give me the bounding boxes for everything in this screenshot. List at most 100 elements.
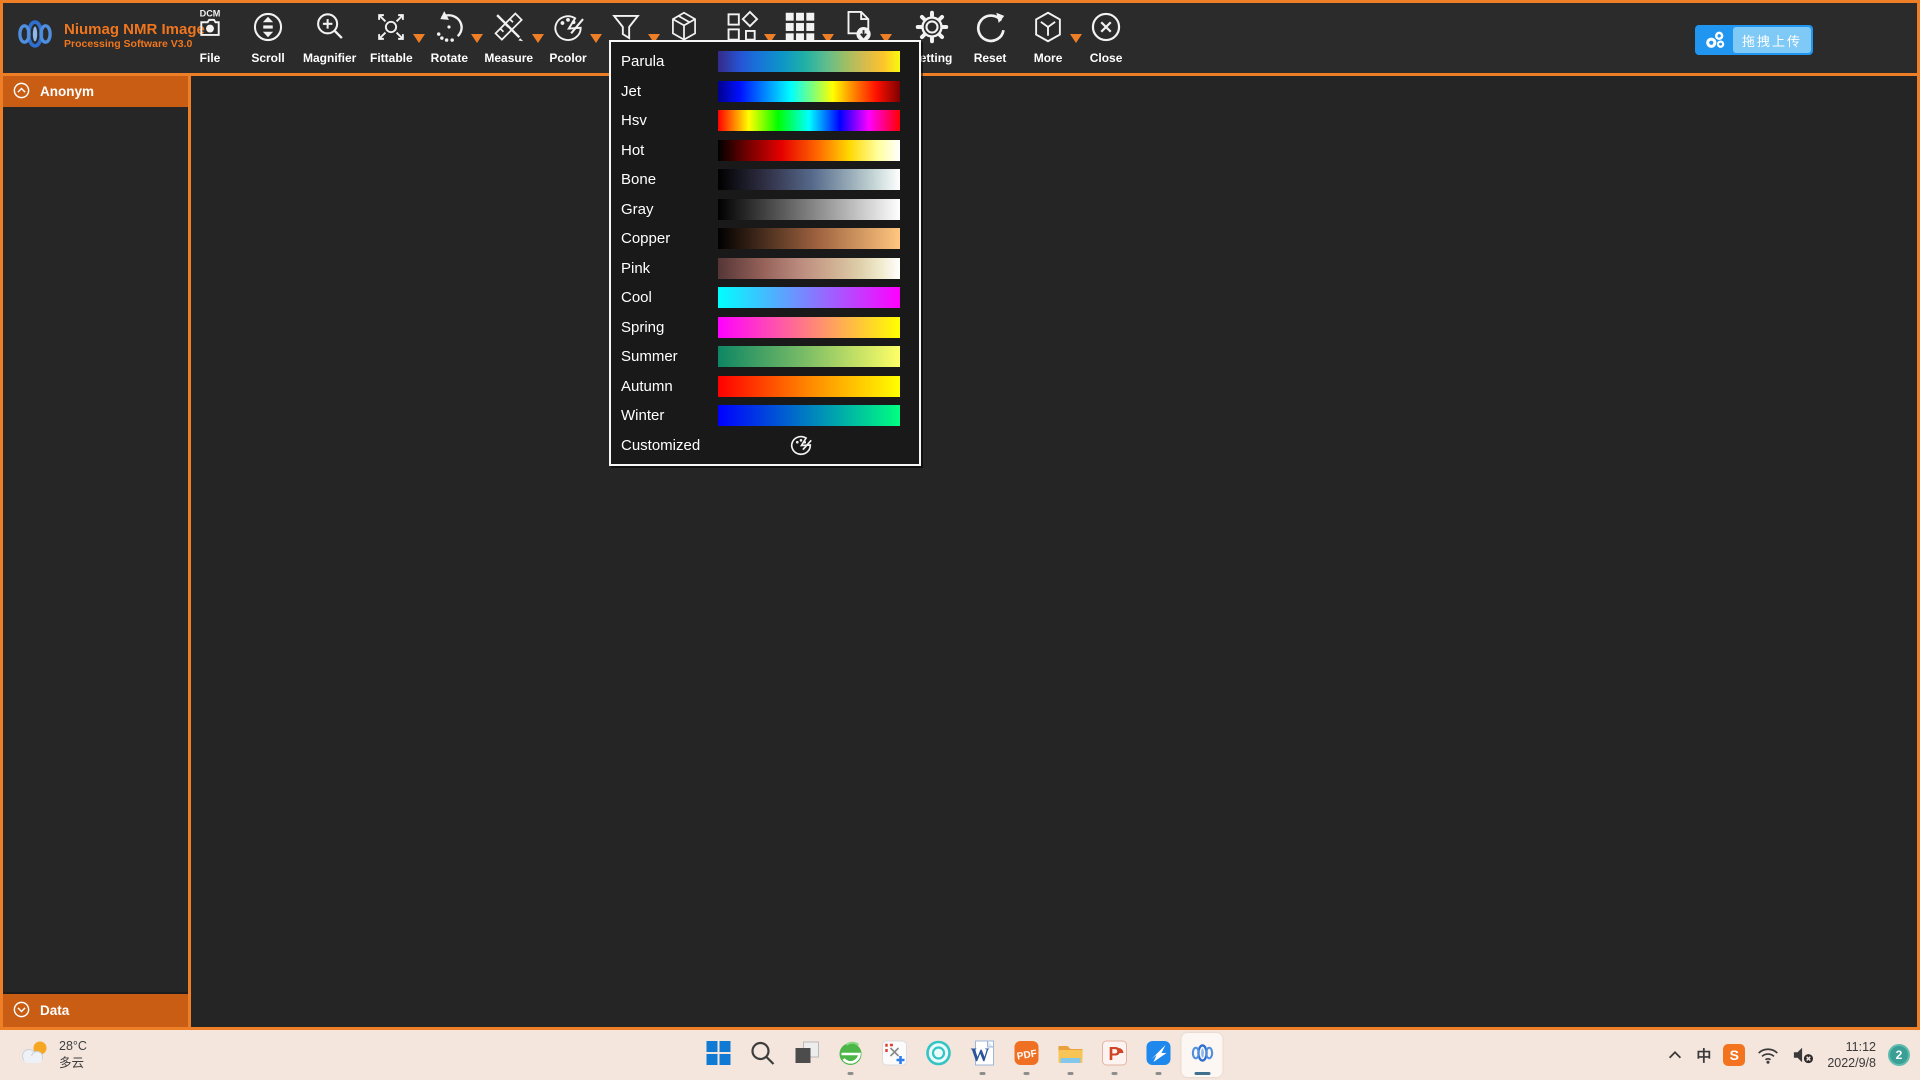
toolbar-button-pcolor[interactable]: Pcolor (539, 8, 597, 65)
taskbar-icon-search[interactable] (742, 1033, 783, 1077)
niumag-logo-icon (13, 12, 57, 61)
toolbar-button-measure[interactable]: Measure (478, 8, 539, 65)
colormap-item-label: Summer (621, 348, 718, 365)
netdisk-icon (1697, 27, 1733, 53)
colormap-swatch-winter (718, 405, 900, 426)
toolbar-button-label: Pcolor (549, 51, 586, 65)
taskbar-icon-file-explorer[interactable] (1050, 1033, 1091, 1077)
taskbar-icon-browser[interactable] (830, 1033, 871, 1077)
colormap-swatch-jet (718, 81, 900, 102)
taskbar: 28°C 多云 W PDF P 中 S 11:12 2022/9/8 2 (0, 1030, 1920, 1080)
taskbar-icon-task-view[interactable] (786, 1033, 827, 1077)
toolbar-button-label: Measure (484, 51, 533, 65)
colormap-item-label: Pink (621, 260, 718, 277)
taskbar-icon-powerpoint[interactable]: P (1094, 1033, 1135, 1077)
colormap-item-parula[interactable]: Parula (611, 47, 919, 77)
image-canvas (191, 76, 1917, 1027)
taskbar-icon-messenger-app[interactable] (1138, 1033, 1179, 1077)
toolbar-button-label: Fittable (370, 51, 413, 65)
taskbar-icon-word[interactable]: W (962, 1033, 1003, 1077)
colormap-item-autumn[interactable]: Autumn (611, 372, 919, 402)
volume-muted-icon[interactable] (1791, 1045, 1815, 1065)
sun-cloud-icon (18, 1038, 52, 1073)
taskbar-icon-meeting-app[interactable] (918, 1033, 959, 1077)
taskbar-icon-start[interactable] (698, 1033, 739, 1077)
toolbar-button-scroll[interactable]: Scroll (239, 8, 297, 65)
taskbar-icon-pdf-reader[interactable]: PDF (1006, 1033, 1047, 1077)
drag-upload-button[interactable]: 拖拽上传 (1695, 25, 1813, 55)
pcolor-icon (549, 8, 587, 51)
palette-icon (788, 432, 814, 458)
toolbar-button-label: Close (1090, 51, 1123, 65)
ime-indicator[interactable]: 中 (1696, 1045, 1711, 1066)
toolbar-button-close[interactable]: Close (1077, 8, 1135, 65)
system-tray: 中 S 11:12 2022/9/8 2 (1666, 1030, 1910, 1080)
colormap-item-gray[interactable]: Gray (611, 195, 919, 225)
weather-temperature: 28°C (59, 1038, 87, 1055)
running-indicator (1155, 1072, 1161, 1075)
colormap-item-hot[interactable]: Hot (611, 136, 919, 166)
weather-widget[interactable]: 28°C 多云 (8, 1033, 97, 1077)
toolbar-button-fittable[interactable]: Fittable (362, 8, 420, 65)
colormap-item-pink[interactable]: Pink (611, 254, 919, 284)
clock[interactable]: 11:12 2022/9/8 (1827, 1039, 1876, 1072)
sidebar-panel-anonym[interactable]: Anonym (3, 76, 188, 107)
weather-condition: 多云 (59, 1055, 87, 1072)
running-indicator (1111, 1072, 1117, 1075)
colormap-swatch-autumn (718, 376, 900, 397)
colormap-item-summer[interactable]: Summer (611, 342, 919, 372)
colormap-item-label: Jet (621, 83, 718, 100)
reset-icon (971, 8, 1009, 51)
toolbar-button-label: Rotate (431, 51, 468, 65)
colormap-item-bone[interactable]: Bone (611, 165, 919, 195)
colormap-swatch-spring (718, 317, 900, 338)
colormap-swatch-gray (718, 199, 900, 220)
colormap-swatch-copper (718, 228, 900, 249)
toolbar-button-reset[interactable]: Reset (961, 8, 1019, 65)
colormap-item-hsv[interactable]: Hsv (611, 106, 919, 136)
colormap-swatch-cool (718, 287, 900, 308)
screenshot-tool-icon (880, 1039, 908, 1072)
toolbar-button-label: Reset (974, 51, 1007, 65)
taskbar-icon-screenshot-tool[interactable] (874, 1033, 915, 1077)
colormap-item-winter[interactable]: Winter (611, 401, 919, 431)
running-indicator (979, 1072, 985, 1075)
colormap-swatch-pink (718, 258, 900, 279)
notification-badge[interactable]: 2 (1888, 1044, 1910, 1066)
colormap-item-cool[interactable]: Cool (611, 283, 919, 313)
colormap-swatch-hsv (718, 110, 900, 131)
colormap-item-customized[interactable]: Customized (611, 431, 919, 461)
screen: Niumag NMR Image Processing Software V3.… (0, 0, 1920, 1080)
colormap-item-label: Hsv (621, 112, 718, 129)
start-icon (704, 1039, 732, 1072)
colormap-item-label: Autumn (621, 378, 718, 395)
colormap-item-jet[interactable]: Jet (611, 77, 919, 107)
colormap-item-copper[interactable]: Copper (611, 224, 919, 254)
colormap-item-spring[interactable]: Spring (611, 313, 919, 343)
svg-text:W: W (970, 1045, 989, 1066)
toolbar-button-magnifier[interactable]: Magnifier (297, 8, 362, 65)
colormap-item-label: Customized (621, 437, 718, 454)
svg-text:DCM: DCM (200, 9, 221, 19)
running-indicator (1067, 1072, 1073, 1075)
tray-time: 11:12 (1827, 1039, 1876, 1055)
circle-chevron-up-icon (12, 81, 31, 103)
toolbar-button-more[interactable]: More (1019, 8, 1077, 65)
toolbar-button-label: File (200, 51, 221, 65)
taskbar-icon-niumag-app[interactable] (1182, 1033, 1223, 1077)
running-indicator (1023, 1072, 1029, 1075)
colormap-item-label: Gray (621, 201, 718, 218)
toolbar-button-rotate[interactable]: Rotate (420, 8, 478, 65)
toolbar-button-file[interactable]: DCM File (181, 8, 239, 65)
sidebar-panel-data[interactable]: Data (3, 992, 188, 1027)
magnifier-icon (311, 8, 349, 51)
app-brand: Niumag NMR Image Processing Software V3.… (3, 3, 181, 61)
hidden-icons-chevron[interactable] (1666, 1046, 1684, 1064)
wifi-icon[interactable] (1757, 1046, 1779, 1065)
sogou-input-icon[interactable]: S (1723, 1044, 1745, 1066)
powerpoint-icon: P (1100, 1039, 1128, 1072)
fittable-icon (372, 8, 410, 51)
colormap-item-label: Hot (621, 142, 718, 159)
meeting-app-icon (924, 1039, 952, 1072)
close-icon (1087, 8, 1125, 51)
